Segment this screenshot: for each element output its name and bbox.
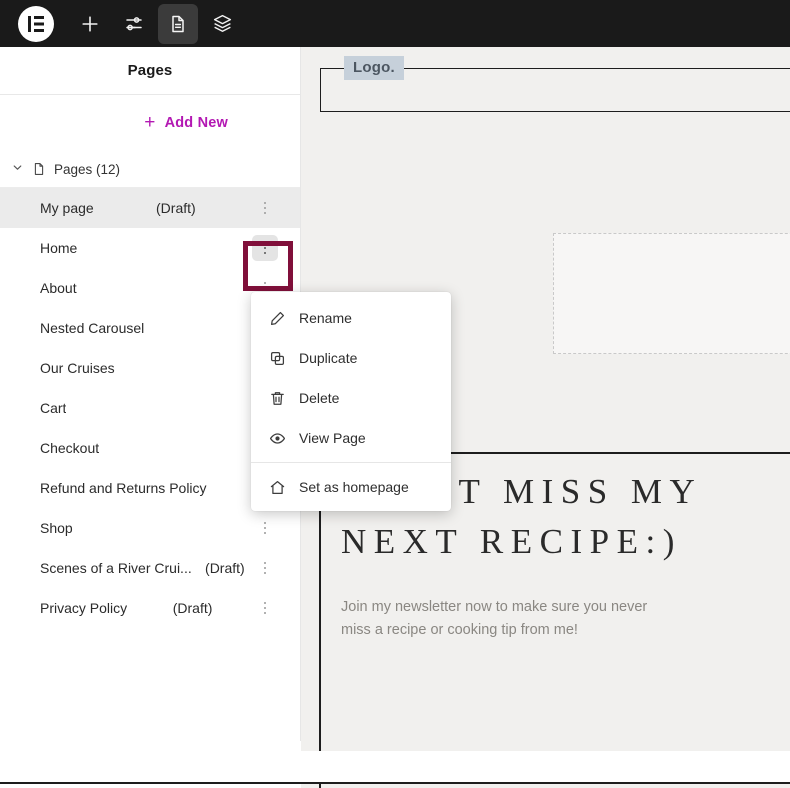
chevron-down-icon[interactable] — [10, 162, 24, 176]
plus-icon — [80, 14, 100, 34]
page-item-title: My page — [40, 200, 94, 216]
page-list-item[interactable]: My page (Draft) — [0, 188, 300, 228]
document-icon — [32, 162, 46, 176]
page-item-title: Cart — [40, 400, 67, 416]
page-item-title: Home — [40, 240, 78, 256]
trash-icon — [269, 390, 286, 407]
pencil-icon — [269, 310, 286, 327]
bottom-vertical-rule — [319, 783, 321, 788]
plus-icon: + — [144, 111, 156, 133]
page-item-title: Scenes of a River Crui... — [40, 560, 192, 576]
elementor-logo-icon — [26, 14, 46, 34]
canvas-bottom-gap — [301, 751, 790, 782]
more-vertical-icon — [263, 601, 267, 615]
pages-group-label: Pages (12) — [54, 161, 121, 177]
add-new-label: Add New — [164, 115, 228, 131]
page-item-title: Privacy Policy — [40, 600, 128, 616]
context-menu-item-label: Set as homepage — [299, 479, 409, 495]
add-new-button[interactable]: + Add New — [144, 111, 228, 133]
placeholder-widget-box[interactable] — [553, 233, 790, 354]
hero-paragraph-line-1: Join my newsletter now to make sure you … — [341, 599, 648, 616]
more-vertical-icon — [263, 241, 267, 255]
page-item-title: About — [40, 280, 77, 296]
sliders-icon — [124, 14, 144, 34]
page-list-item[interactable]: Privacy Policy (Draft) — [0, 588, 300, 628]
pages-group-row[interactable]: Pages (12) — [0, 151, 300, 188]
page-context-menu: Rename Duplicate Delete View Page Set as hom… — [251, 292, 451, 511]
canvas-next-section — [301, 784, 790, 788]
page-item-title: Checkout — [40, 440, 100, 456]
context-menu-separator — [251, 462, 451, 463]
context-menu-item-label: Delete — [299, 390, 340, 406]
context-menu-item-label: View Page — [299, 430, 366, 446]
elementor-logo-button[interactable] — [18, 5, 54, 42]
page-title: Pages — [127, 62, 173, 79]
home-icon — [269, 479, 286, 496]
context-menu-item-set-as-homepage[interactable]: Set as homepage — [251, 467, 451, 507]
context-menu-item-label: Duplicate — [299, 350, 358, 366]
more-vertical-icon — [263, 521, 267, 535]
page-list-item[interactable]: Shop — [0, 508, 300, 548]
page-item-more-button[interactable] — [252, 515, 278, 541]
document-icon — [168, 14, 188, 34]
panel-header: Pages — [0, 47, 300, 95]
hero-heading-line-2: NEXT RECIPE:) — [341, 521, 682, 561]
page-item-status: (Draft) — [205, 560, 245, 576]
hero-paragraph-line-2: miss a recipe or cooking tip from me! — [341, 621, 578, 638]
page-item-title: Nested Carousel — [40, 320, 145, 336]
site-logo[interactable]: Logo. — [344, 56, 404, 80]
page-item-more-button[interactable] — [252, 235, 278, 261]
context-menu-item-rename[interactable]: Rename — [251, 298, 451, 338]
top-toolbar — [0, 0, 790, 47]
page-item-title: Shop — [40, 520, 73, 536]
more-vertical-icon — [263, 561, 267, 575]
layers-icon — [212, 13, 233, 34]
site-settings-button[interactable] — [114, 4, 154, 44]
pages-button[interactable] — [158, 3, 198, 44]
add-element-button[interactable] — [70, 4, 110, 44]
page-item-title: Our Cruises — [40, 360, 115, 376]
page-item-status: (Draft) — [172, 600, 213, 616]
context-menu-item-view-page[interactable]: View Page — [251, 418, 451, 458]
panel-bottom-filler — [0, 741, 301, 782]
page-item-status: (Draft) — [156, 200, 196, 216]
eye-icon — [269, 430, 286, 447]
elementor-editor: Pages + Add New Pages (12) My page(Draft… — [0, 0, 790, 788]
structure-button[interactable] — [202, 4, 242, 44]
page-list-item[interactable]: Home — [0, 228, 300, 268]
page-item-more-button[interactable] — [252, 195, 278, 221]
context-menu-item-label: Rename — [299, 310, 352, 326]
context-menu-item-duplicate[interactable]: Duplicate — [251, 338, 451, 378]
page-item-more-button[interactable] — [252, 555, 278, 581]
more-vertical-icon — [263, 201, 267, 215]
context-menu-item-delete[interactable]: Delete — [251, 378, 451, 418]
copy-icon — [269, 350, 286, 367]
page-item-title: Refund and Returns Policy — [40, 480, 207, 496]
hero-paragraph: Join my newsletter now to make sure you … — [341, 596, 781, 641]
page-item-more-button[interactable] — [252, 595, 278, 621]
add-new-row: + Add New — [0, 95, 300, 151]
page-list-item[interactable]: Scenes of a River Crui... (Draft) — [0, 548, 300, 588]
